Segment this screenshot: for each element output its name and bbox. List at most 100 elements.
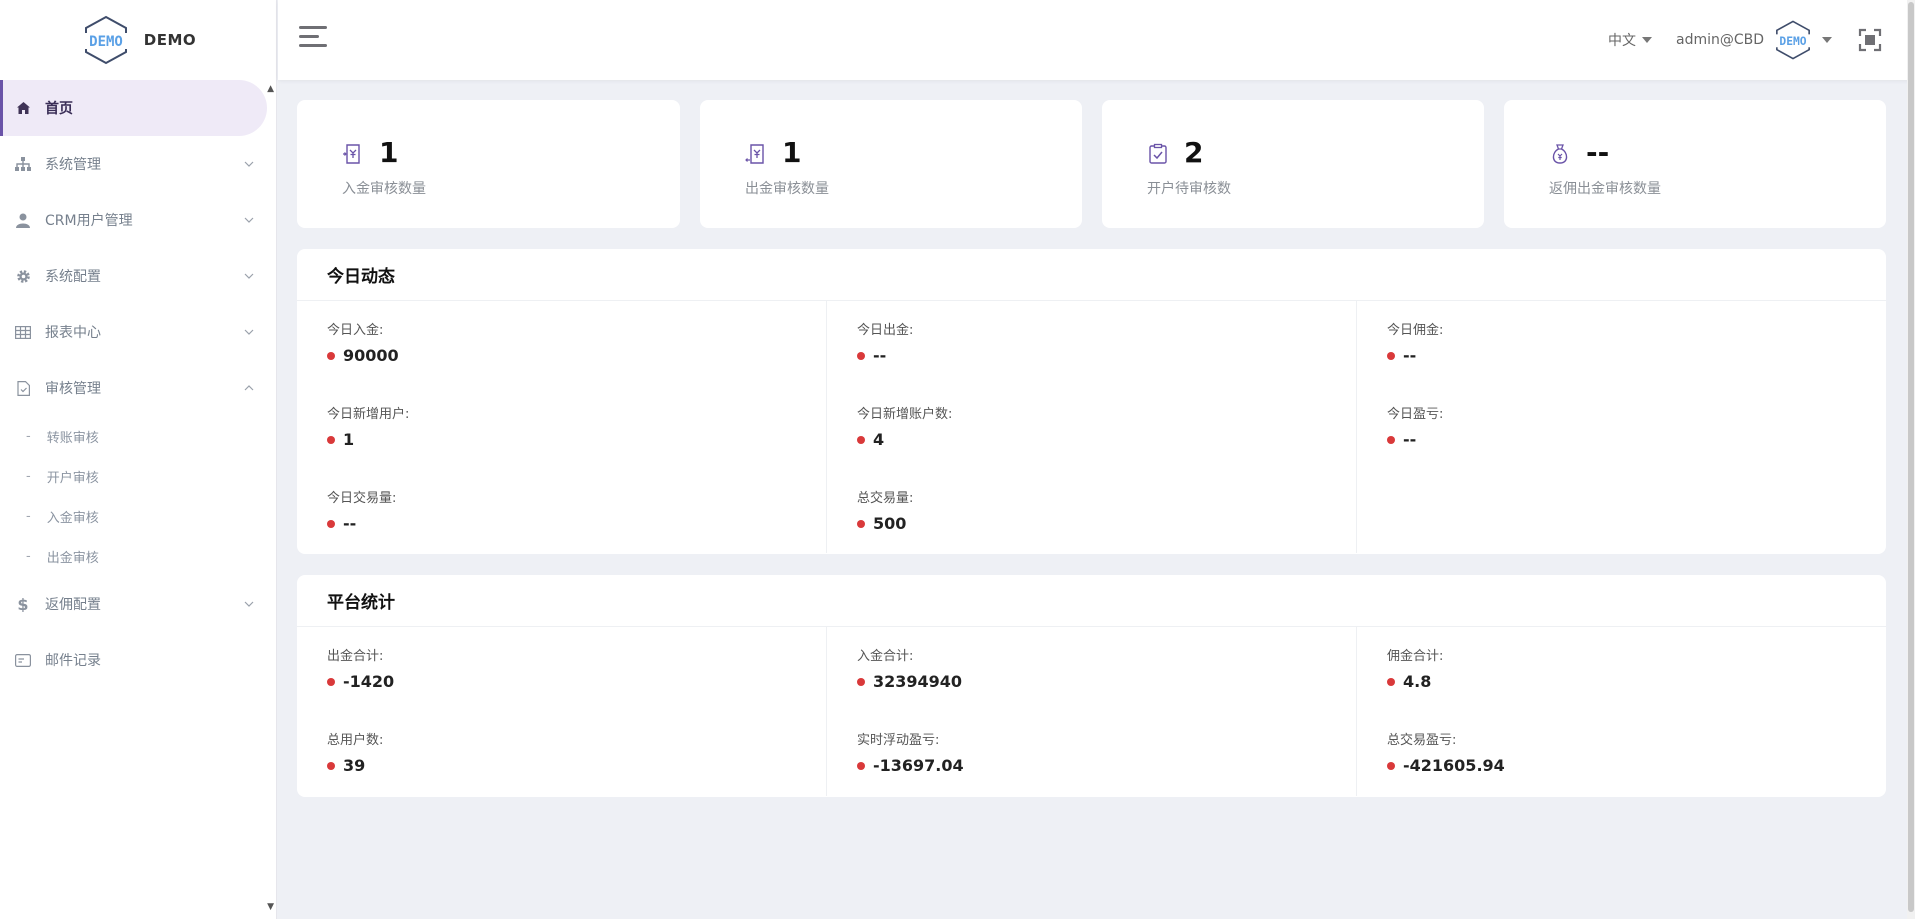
- stat-value: 39: [327, 756, 826, 775]
- stat-value: --: [1387, 346, 1886, 365]
- stat-total-deposit: 入金合计: 32394940: [857, 645, 1356, 729]
- stat-total-users: 总用户数: 39: [327, 729, 826, 813]
- sidebar-item-label: 邮件记录: [45, 653, 101, 669]
- deposit-audit-card[interactable]: 1 入金审核数量: [297, 100, 680, 228]
- stat-today-deposit: 今日入金: 90000: [327, 319, 826, 403]
- stat-value-text: 1: [343, 430, 355, 449]
- stat-today-commission: 今日佣金: --: [1387, 319, 1886, 403]
- sub-item-dash: -: [26, 548, 31, 564]
- rebate-withdraw-audit-count: --: [1586, 136, 1610, 169]
- sidebar-item-report-center[interactable]: 报表中心: [0, 304, 276, 360]
- clipboard-check-icon: [1149, 143, 1167, 164]
- stat-total-trade-pnl: 总交易盈亏: -421605.94: [1387, 729, 1886, 813]
- sidebar-subitem-withdraw-audit[interactable]: - 出金审核: [0, 536, 276, 576]
- language-label: 中文: [1608, 33, 1636, 49]
- today-col-1: 今日入金: 90000 今日新增用户: 1 今日交易量: --: [297, 301, 827, 553]
- stat-value-text: 4.8: [1403, 672, 1432, 691]
- rebate-withdraw-audit-card[interactable]: -- 返佣出金审核数量: [1504, 100, 1886, 228]
- stat-value: 32394940: [857, 672, 1356, 691]
- table-icon: [15, 324, 31, 340]
- sub-item-dash: -: [26, 508, 31, 524]
- sidebar-item-home[interactable]: 首页: [0, 80, 267, 136]
- sidebar-subitem-account-open-audit[interactable]: - 开户审核: [0, 456, 276, 496]
- stat-today-new-users: 今日新增用户: 1: [327, 403, 826, 487]
- account-open-pending-card[interactable]: 2 开户待审核数: [1102, 100, 1484, 228]
- sidebar-subitem-label: 开户审核: [46, 470, 99, 486]
- withdraw-audit-label: 出金审核数量: [745, 181, 829, 197]
- sidebar-item-crm-users[interactable]: CRM用户管理: [0, 192, 276, 248]
- stat-value: --: [327, 514, 826, 533]
- deposit-receipt-icon: [343, 144, 360, 164]
- user-menu[interactable]: admin@CBD DEMO: [1676, 16, 1833, 64]
- stat-label: 今日交易量:: [327, 491, 397, 506]
- sidebar-item-system-config[interactable]: 系统配置: [0, 248, 276, 304]
- stat-value-text: 39: [343, 756, 366, 775]
- sidebar-item-rebate-config[interactable]: $ 返佣配置: [0, 576, 276, 632]
- stat-value: -13697.04: [857, 756, 1356, 775]
- stat-value-text: --: [873, 346, 887, 365]
- sidebar: DEMO DEMO ▲ 首页 系统管理 CRM用户管理 系统配置 报表中心 审核…: [0, 0, 277, 919]
- stat-label: 出金合计:: [327, 649, 384, 664]
- sidebar-subitem-transfer-audit[interactable]: - 转账审核: [0, 416, 276, 456]
- sub-item-dash: -: [26, 428, 31, 444]
- stat-label: 佣金合计:: [1387, 649, 1444, 664]
- stat-value: -421605.94: [1387, 756, 1886, 775]
- status-dot: [327, 519, 335, 528]
- brand-logo[interactable]: DEMO DEMO: [0, 0, 276, 80]
- sidebar-scroll-up-arrow[interactable]: ▲: [267, 84, 274, 94]
- stat-label: 今日新增用户:: [327, 407, 410, 422]
- platform-stats-panel: 平台统计 出金合计: -1420 总用户数: 39 入金合计: 32394940…: [297, 575, 1886, 797]
- account-open-pending-label: 开户待审核数: [1147, 181, 1231, 197]
- platform-col-3: 佣金合计: 4.8 总交易盈亏: -421605.94: [1357, 627, 1886, 796]
- chevron-down-icon: [244, 601, 254, 607]
- stat-value-text: -421605.94: [1403, 756, 1505, 775]
- sidebar-item-system-management[interactable]: 系统管理: [0, 136, 276, 192]
- dollar-icon: $: [15, 596, 31, 612]
- status-dot: [857, 519, 865, 528]
- withdraw-receipt-icon: [745, 144, 764, 164]
- menu-toggle-icon[interactable]: [299, 26, 327, 50]
- stat-label: 入金合计:: [857, 649, 914, 664]
- stat-total-commission: 佣金合计: 4.8: [1387, 645, 1886, 729]
- today-activity-title: 今日动态: [297, 249, 1886, 301]
- stat-floating-pnl: 实时浮动盈亏: -13697.04: [857, 729, 1356, 813]
- page-scrollbar[interactable]: [1907, 0, 1915, 919]
- status-dot: [857, 435, 865, 444]
- sidebar-subitem-label: 出金审核: [46, 550, 99, 566]
- withdraw-audit-card[interactable]: 1 出金审核数量: [700, 100, 1082, 228]
- username: admin@CBD: [1676, 32, 1765, 48]
- status-dot: [1387, 351, 1395, 360]
- stat-value: 90000: [327, 346, 826, 365]
- top-header: 中文 admin@CBD DEMO: [278, 0, 1915, 80]
- fullscreen-icon[interactable]: [1858, 28, 1882, 52]
- money-bag-icon: [1552, 144, 1568, 164]
- avatar-logo-text: DEMO: [1779, 35, 1806, 48]
- stat-value-text: -1420: [343, 672, 395, 691]
- gear-icon: [15, 268, 31, 284]
- stat-value: 500: [857, 514, 1356, 533]
- sidebar-subitem-deposit-audit[interactable]: - 入金审核: [0, 496, 276, 536]
- today-activity-panel: 今日动态 今日入金: 90000 今日新增用户: 1 今日交易量: -- 今日出…: [297, 249, 1886, 554]
- account-open-pending-count: 2: [1184, 136, 1204, 169]
- sidebar-item-mail-records[interactable]: 邮件记录: [0, 632, 276, 688]
- caret-down-icon: [1642, 37, 1652, 43]
- sidebar-item-audit-management[interactable]: 审核管理: [0, 360, 276, 416]
- status-dot: [1387, 435, 1395, 444]
- language-selector[interactable]: 中文: [1608, 30, 1652, 50]
- stat-value-text: 32394940: [873, 672, 963, 691]
- stat-value: 1: [327, 430, 826, 449]
- platform-stats-columns: 出金合计: -1420 总用户数: 39 入金合计: 32394940 实时浮动…: [297, 627, 1886, 796]
- sub-item-dash: -: [26, 468, 31, 484]
- stat-value: --: [857, 346, 1356, 365]
- today-col-2: 今日出金: -- 今日新增账户数: 4 总交易量: 500: [827, 301, 1357, 553]
- chevron-down-icon: [244, 273, 254, 279]
- withdraw-audit-count: 1: [782, 136, 802, 169]
- logo-mark-text: DEMO: [89, 34, 123, 50]
- stat-label: 今日出金:: [857, 323, 914, 338]
- stat-label: 总交易量:: [857, 491, 914, 506]
- sidebar-scroll-down-arrow[interactable]: ▼: [267, 902, 274, 912]
- sidebar-menu: 首页 系统管理 CRM用户管理 系统配置 报表中心 审核管理 - 转账审核 - …: [0, 80, 276, 688]
- caret-down-icon: [1822, 37, 1833, 43]
- stat-value-text: 90000: [343, 346, 399, 365]
- status-dot: [857, 351, 865, 360]
